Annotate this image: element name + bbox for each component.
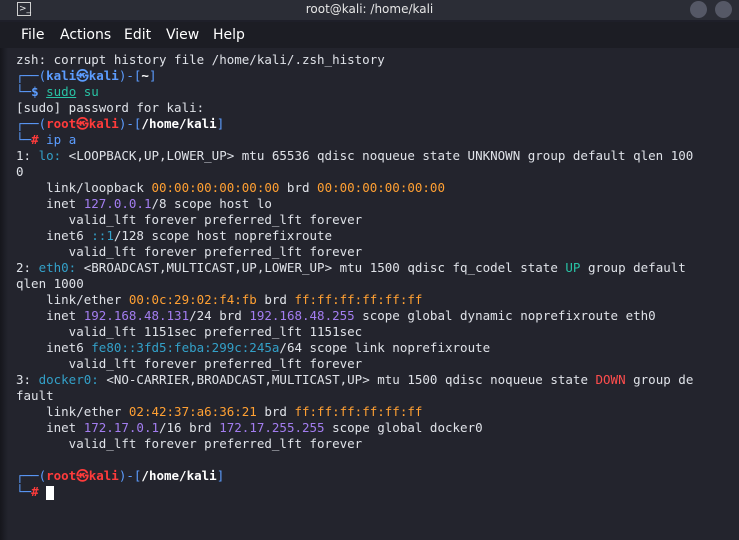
terminal-line: inet 192.168.48.131/24 brd 192.168.48.25… bbox=[16, 308, 656, 323]
terminal-line: valid_lft forever preferred_lft forever bbox=[16, 356, 363, 371]
prompt-command: └─$ sudo su bbox=[16, 84, 99, 99]
minimize-button[interactable] bbox=[690, 1, 707, 18]
terminal-line: link/loopback 00:00:00:00:00:00 brd 00:0… bbox=[16, 180, 445, 195]
menu-file[interactable]: File bbox=[21, 27, 44, 43]
title-bar: >_ root@kali: /home/kali bbox=[0, 0, 739, 20]
terminal-line: valid_lft forever preferred_lft forever bbox=[16, 212, 363, 227]
window-title: root@kali: /home/kali bbox=[305, 2, 434, 16]
interface-line: 3: docker0: <NO-CARRIER,BROADCAST,MULTIC… bbox=[16, 372, 694, 387]
terminal-line: zsh: corrupt history file /home/kali/.zs… bbox=[16, 52, 385, 67]
terminal-line: inet 172.17.0.1/16 brd 172.17.255.255 sc… bbox=[16, 420, 483, 435]
menu-bar: File Actions Edit View Help bbox=[0, 22, 739, 48]
maximize-button[interactable] bbox=[715, 1, 732, 18]
terminal-line: valid_lft forever preferred_lft forever bbox=[16, 436, 363, 451]
interface-line: 1: lo: <LOOPBACK,UP,LOWER_UP> mtu 65536 … bbox=[16, 148, 694, 163]
interface-line: 2: eth0: <BROADCAST,MULTICAST,UP,LOWER_U… bbox=[16, 260, 686, 275]
menu-view[interactable]: View bbox=[166, 27, 199, 43]
prompt-command: └─# bbox=[16, 484, 693, 500]
terminal-line: 0 bbox=[16, 164, 24, 179]
prompt-header: ┌──(kali㉿kali)-[~] bbox=[16, 68, 157, 83]
terminal-line: valid_lft 1151sec preferred_lft 1151sec bbox=[16, 324, 363, 339]
prompt-header: ┌──(root㉿kali)-[/home/kali] bbox=[16, 468, 225, 483]
terminal-line: inet 127.0.0.1/8 scope host lo bbox=[16, 196, 272, 211]
prompt-command: └─# ip a bbox=[16, 132, 77, 147]
terminal-line: inet6 fe80::3fd5:feba:299c:245a/64 scope… bbox=[16, 340, 491, 355]
prompt-header: ┌──(root㉿kali)-[/home/kali] bbox=[16, 116, 225, 131]
menu-actions[interactable]: Actions bbox=[60, 27, 111, 43]
terminal-line: inet6 ::1/128 scope host noprefixroute bbox=[16, 228, 333, 243]
terminal-line: fault bbox=[16, 388, 54, 403]
left-edge-shadow bbox=[0, 48, 8, 540]
terminal-line: qlen 1000 bbox=[16, 276, 84, 291]
terminal-line: valid_lft forever preferred_lft forever bbox=[16, 244, 363, 259]
menu-edit[interactable]: Edit bbox=[124, 27, 151, 43]
text-cursor bbox=[46, 485, 55, 500]
terminal-line: link/ether 02:42:37:a6:36:21 brd ff:ff:f… bbox=[16, 404, 423, 419]
terminal-line: link/ether 00:0c:29:02:f4:fb brd ff:ff:f… bbox=[16, 292, 423, 307]
terminal-output: zsh: corrupt history file /home/kali/.zs… bbox=[16, 52, 693, 500]
menu-help[interactable]: Help bbox=[213, 27, 245, 43]
terminal-area[interactable]: zsh: corrupt history file /home/kali/.zs… bbox=[0, 48, 739, 540]
terminal-line: [sudo] password for kali: bbox=[16, 100, 205, 115]
